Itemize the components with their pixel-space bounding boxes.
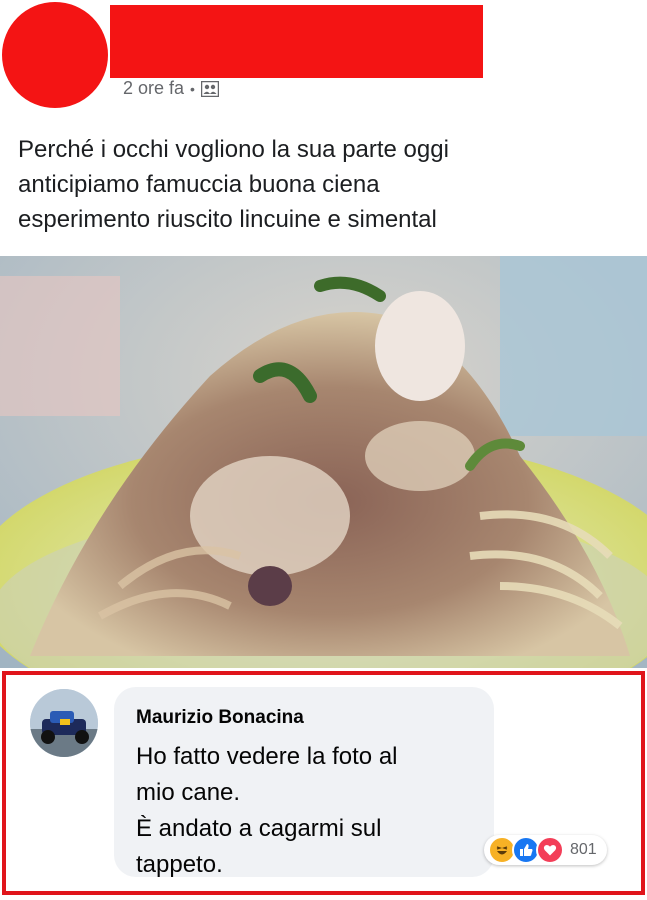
friends-icon[interactable]	[200, 80, 220, 97]
post-text-line: anticipiamo famuccia buona ciena	[18, 171, 380, 198]
reaction-count: 801	[570, 841, 597, 858]
post-text: Perché i occhi vogliono la sua parte ogg…	[18, 132, 628, 237]
comment-text-line: mio cane.	[136, 779, 241, 806]
post-photo-pasta-dish[interactable]	[0, 256, 647, 668]
comment-bubble: Maurizio Bonacina Ho fatto vedere la fot…	[114, 687, 494, 878]
highlighted-comment-frame: Maurizio Bonacina Ho fatto vedere la fot…	[2, 671, 645, 895]
comment-author[interactable]: Maurizio Bonacina	[136, 707, 304, 729]
post-text-line: esperimento riuscito lincuine e simental	[18, 206, 437, 233]
comment-text-line: Ho fatto vedere la foto al	[136, 743, 398, 770]
reactions-summary[interactable]: 801	[484, 835, 607, 865]
post-meta: 2 ore fa •	[123, 78, 220, 99]
post-text-line: Perché i occhi vogliono la sua parte ogg…	[18, 136, 449, 163]
redacted-author-name[interactable]	[110, 5, 483, 78]
comment-text-line: tappeto.	[136, 851, 223, 878]
comment-text: Ho fatto vedere la foto al mio cane. È a…	[136, 739, 476, 883]
meta-separator: •	[190, 80, 195, 97]
commenter-avatar[interactable]	[30, 689, 98, 757]
post-time[interactable]: 2 ore fa	[123, 78, 184, 99]
comment-text-line: È andato a cagarmi sul	[136, 815, 382, 842]
love-icon	[536, 836, 564, 864]
redacted-avatar[interactable]	[2, 2, 108, 108]
